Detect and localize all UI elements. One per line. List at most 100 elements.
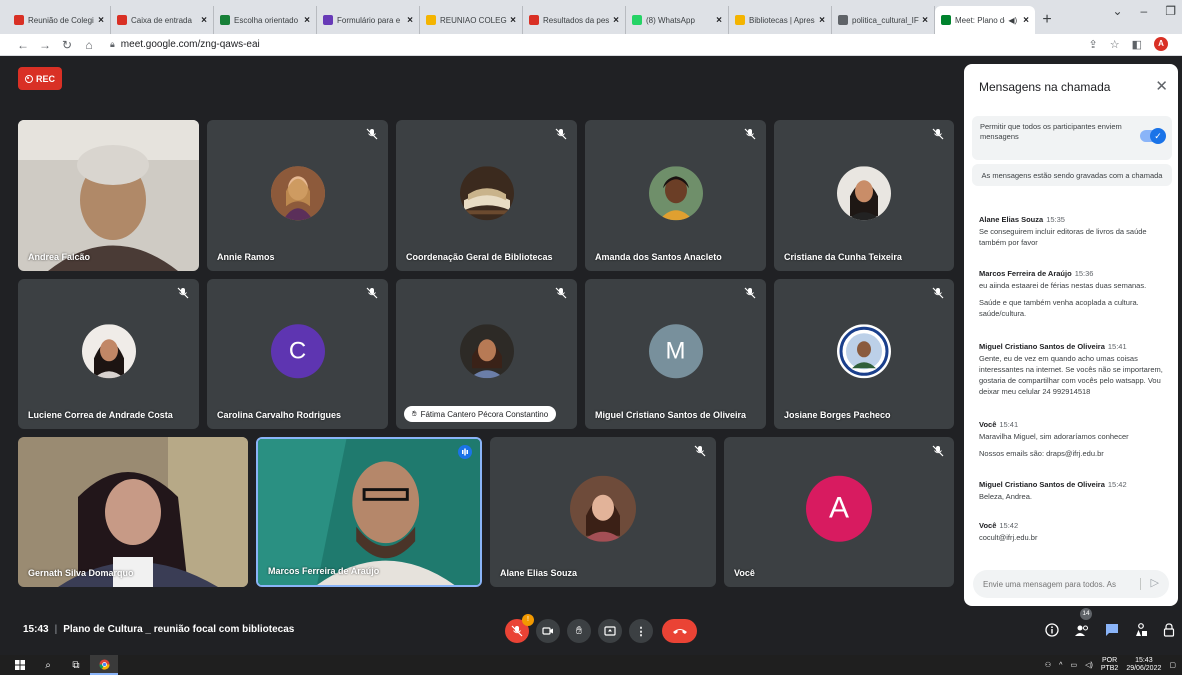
self-initial-avatar: A xyxy=(806,475,872,542)
tab-close-icon[interactable]: × xyxy=(407,15,413,26)
mic-muted-icon xyxy=(366,128,378,140)
search-icon[interactable]: ⌕ xyxy=(34,655,62,675)
bookmark-star-icon[interactable]: ☆ xyxy=(1110,38,1120,51)
host-controls-button[interactable] xyxy=(1159,620,1179,640)
chat-button[interactable] xyxy=(1102,620,1122,640)
more-options-button[interactable]: ⋮ xyxy=(629,619,653,643)
browser-tab[interactable]: REUNIAO COLEGIA × xyxy=(420,6,523,34)
participant-tile[interactable]: Amanda dos Santos Anacleto xyxy=(585,120,766,271)
participant-name-pill: ✋︎ Fátima Cantero Pécora Constantino xyxy=(404,406,557,422)
windows-start-icon[interactable] xyxy=(6,655,34,675)
mic-muted-icon xyxy=(932,128,944,140)
people-tray-icon[interactable]: ⚇ xyxy=(1045,661,1051,669)
participant-tile[interactable]: Luciene Correa de Andrade Costa xyxy=(18,279,199,429)
participant-name: Amanda dos Santos Anacleto xyxy=(595,252,722,262)
participant-tile[interactable]: Coordenação Geral de Bibliotecas xyxy=(396,120,577,271)
browser-tab[interactable]: Bibliotecas | Apres × xyxy=(729,6,832,34)
language-indicator[interactable]: POR PTB2 xyxy=(1101,657,1119,673)
browser-tab[interactable]: (8) WhatsApp × xyxy=(626,6,729,34)
url-field[interactable]: 🔒︎ meet.google.com/zng-qaws-eai xyxy=(110,39,260,50)
browser-tab[interactable]: Formulário para e × xyxy=(317,6,420,34)
system-clock[interactable]: 15:43 29/06/2022 xyxy=(1126,657,1161,673)
side-panel-icon[interactable]: ◧ xyxy=(1132,38,1142,51)
forward-icon[interactable]: → xyxy=(36,38,54,52)
meeting-title: Plano de Cultura _ reunião focal com bib… xyxy=(63,624,295,635)
reload-icon[interactable]: ↻ xyxy=(58,38,76,52)
activities-button[interactable] xyxy=(1131,620,1151,640)
leave-call-button[interactable] xyxy=(662,619,697,643)
tab-close-icon[interactable]: × xyxy=(510,15,516,26)
more-vert-icon: ⋮ xyxy=(635,625,647,638)
tab-search-icon[interactable]: ⌄ xyxy=(1112,4,1122,18)
message-sender: Miguel Cristiano Santos de Oliveira xyxy=(979,480,1105,489)
chat-message-input[interactable] xyxy=(983,576,1133,592)
participant-tile-active-speaker[interactable]: Marcos Ferreira de Araújo xyxy=(256,437,482,587)
mic-off-icon xyxy=(511,625,523,637)
tab-close-icon[interactable]: × xyxy=(98,15,104,26)
participant-tile[interactable]: ✋︎ Fátima Cantero Pécora Constantino xyxy=(396,279,577,429)
share-icon[interactable]: ⇪ xyxy=(1089,38,1098,51)
speaking-indicator-icon xyxy=(458,445,472,459)
browser-tab[interactable]: Caixa de entrada × xyxy=(111,6,214,34)
participant-photo xyxy=(837,165,891,220)
chat-title: Mensagens na chamada xyxy=(979,80,1111,94)
tab-close-icon[interactable]: × xyxy=(613,15,619,26)
participant-tile[interactable]: Gernath Silva Domarquo xyxy=(18,437,248,587)
minimize-button[interactable]: – xyxy=(1141,4,1148,18)
message-text: Maravilha Miguel, sim adoraríamos conhec… xyxy=(979,432,1129,441)
participant-tile[interactable]: Alane Elias Souza xyxy=(490,437,716,587)
tab-close-icon[interactable]: × xyxy=(304,15,310,26)
restore-button[interactable]: ❐ xyxy=(1165,4,1176,18)
audio-playing-icon[interactable]: ◀) xyxy=(1008,16,1017,25)
camera-toggle-button[interactable] xyxy=(536,619,560,643)
warning-badge: ! xyxy=(522,614,534,626)
meeting-details-button[interactable] xyxy=(1042,620,1062,640)
browser-tab[interactable]: politica_cultural_IF × xyxy=(832,6,935,34)
browser-tab[interactable]: Escolha orientado × xyxy=(214,6,317,34)
slides-icon xyxy=(426,15,436,25)
message-text: cocult@ifrj.edu.br xyxy=(979,533,1038,542)
participant-name: Coordenação Geral de Bibliotecas xyxy=(406,252,553,262)
participant-tile[interactable]: Josiane Borges Pacheco xyxy=(774,279,954,429)
tab-close-icon[interactable]: × xyxy=(1023,15,1029,26)
close-icon[interactable]: ✕ xyxy=(1155,77,1168,95)
camera-icon xyxy=(542,627,553,635)
home-icon[interactable]: ⌂ xyxy=(80,38,98,52)
notifications-icon[interactable]: ▢ xyxy=(1169,661,1176,669)
mic-toggle-button[interactable]: ! xyxy=(505,614,534,643)
volume-icon[interactable]: ◁) xyxy=(1085,661,1093,669)
send-icon[interactable]: ▷ xyxy=(1151,576,1159,589)
participant-tile[interactable]: Cristiane da Cunha Teixeira xyxy=(774,120,954,271)
participant-video xyxy=(18,120,199,271)
chat-message: Você 15:42 cocult@ifrj.edu.br xyxy=(979,520,1169,543)
chrome-icon[interactable] xyxy=(90,655,118,675)
message-text: Saúde e que também venha acoplada a cult… xyxy=(979,298,1139,318)
people-button[interactable]: 14 xyxy=(1072,608,1092,640)
profile-avatar[interactable]: A xyxy=(1154,37,1168,51)
task-view-icon[interactable]: ⧉ xyxy=(62,655,90,675)
new-tab-button[interactable]: + xyxy=(1035,6,1059,34)
tab-close-icon[interactable]: × xyxy=(201,15,207,26)
tab-close-icon[interactable]: × xyxy=(922,15,928,26)
browser-tab[interactable]: Reunião de Colegi × xyxy=(8,6,111,34)
browser-tab-active[interactable]: Meet: Plano de ◀) × xyxy=(935,6,1035,34)
message-sender: Você xyxy=(979,521,997,530)
participant-initial-avatar: C xyxy=(270,324,325,379)
tab-close-icon[interactable]: × xyxy=(716,15,722,26)
self-tile[interactable]: A Você xyxy=(724,437,954,587)
back-icon[interactable]: ← xyxy=(14,38,32,52)
tab-label: REUNIAO COLEGIA xyxy=(440,15,508,25)
participant-tile[interactable]: C Carolina Carvalho Rodrigues xyxy=(207,279,388,429)
tab-label: Meet: Plano de xyxy=(955,15,1006,25)
allow-messages-toggle[interactable]: ✓ xyxy=(1140,128,1166,144)
participant-tile[interactable]: Annie Ramos xyxy=(207,120,388,271)
participant-name: Você xyxy=(734,568,755,578)
participant-tile[interactable]: Andrea Falcão xyxy=(18,120,199,271)
participant-tile[interactable]: M Miguel Cristiano Santos de Oliveira xyxy=(585,279,766,429)
browser-tab[interactable]: Resultados da pes × xyxy=(523,6,626,34)
chevron-up-icon[interactable]: ^ xyxy=(1059,662,1062,669)
tab-close-icon[interactable]: × xyxy=(819,15,825,26)
present-screen-button[interactable] xyxy=(598,619,622,643)
network-icon[interactable]: ▭ xyxy=(1070,661,1077,669)
raise-hand-button[interactable]: ✋︎ xyxy=(567,619,591,643)
